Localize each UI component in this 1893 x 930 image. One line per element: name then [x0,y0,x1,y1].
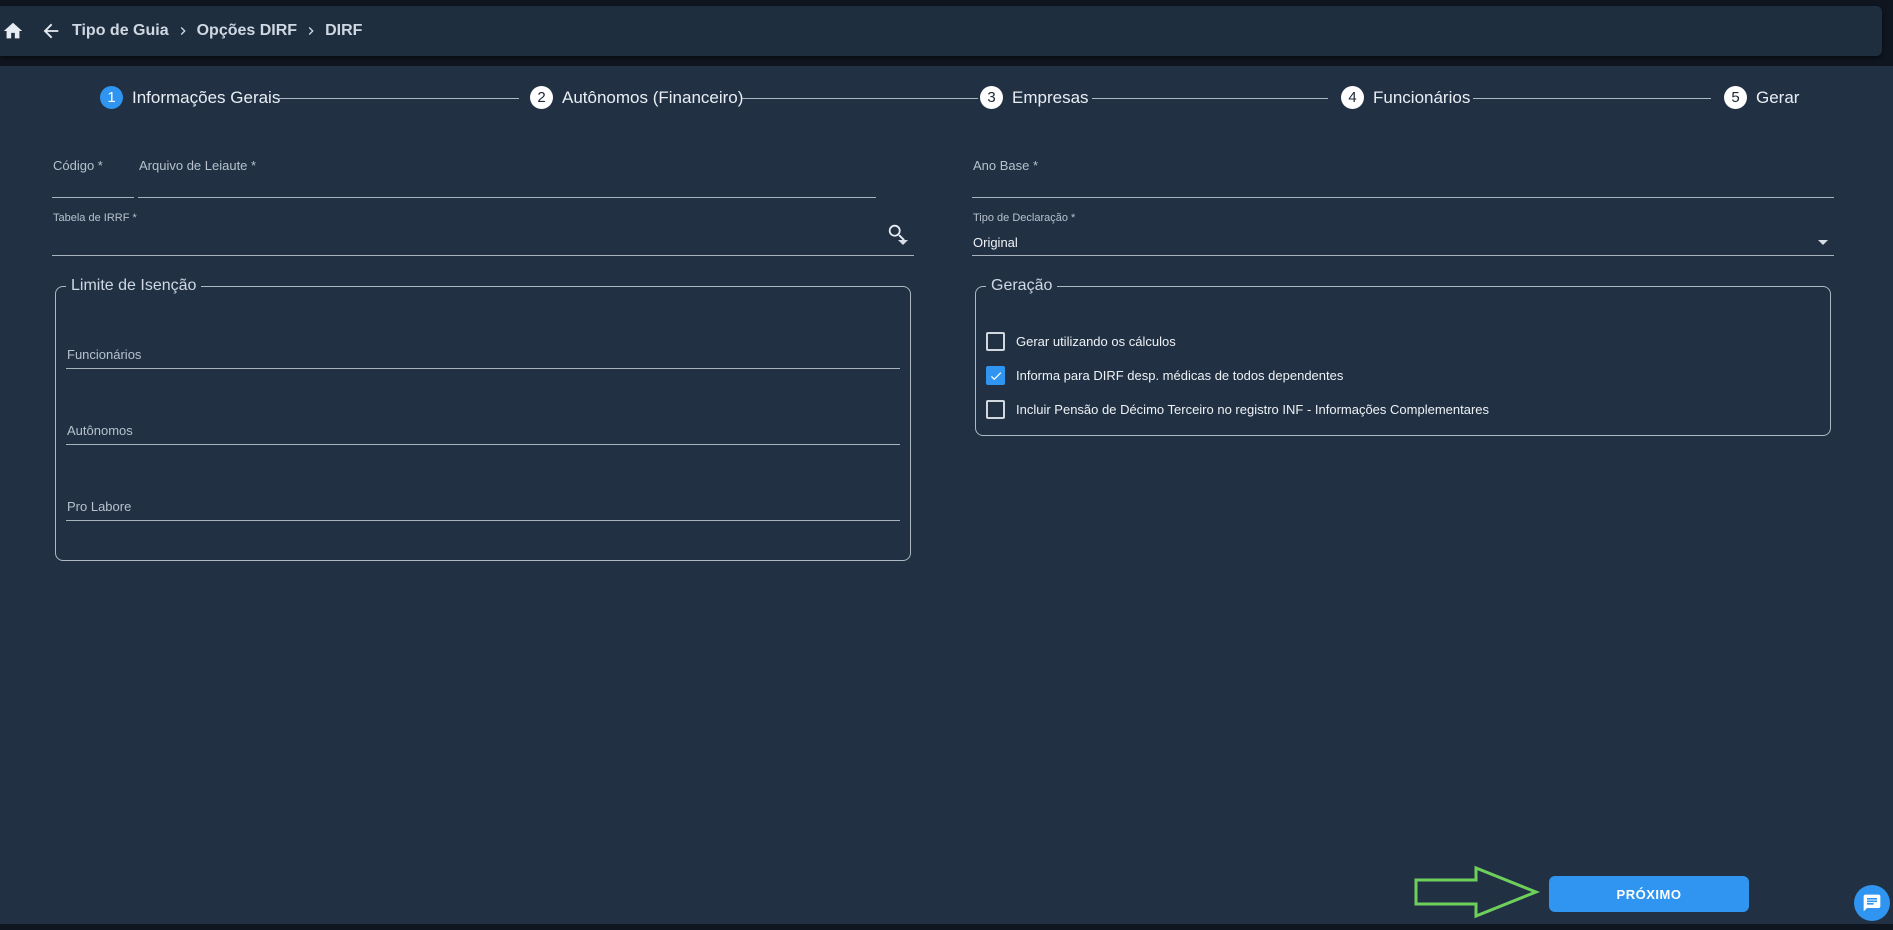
geracao-legend: Geração [986,277,1058,295]
step-funcionarios[interactable]: 4 Funcionários [1341,86,1470,109]
step-connector [1092,98,1328,99]
arquivo-leiaute-field[interactable]: Arquivo de Leiaute * [138,158,876,198]
dropdown-caret-icon [898,240,908,245]
codigo-label: Código * [53,158,103,173]
hint-arrow-icon [1414,865,1541,919]
autonomos-field[interactable]: Autônomos [66,419,900,445]
step-number: 1 [100,86,123,109]
option-gerar-calculos[interactable]: Gerar utilizando os cálculos [986,332,1176,351]
option-label: Incluir Pensão de Décimo Terceiro no reg… [1016,402,1490,417]
step-connector [279,98,519,99]
chevron-right-icon [180,27,186,35]
field-underline [66,368,900,369]
option-pensao-decimo-terceiro[interactable]: Incluir Pensão de Décimo Terceiro no reg… [986,400,1489,419]
limite-isencao-legend: Limite de Isenção [66,277,202,295]
geracao-group: Geração Gerar utilizando os cálculos Inf… [975,277,1831,436]
field-underline [52,197,134,198]
codigo-field[interactable]: Código * [52,158,134,198]
home-icon[interactable] [2,20,24,42]
limite-isencao-group: Limite de Isenção Funcionários Autônomos… [55,277,911,561]
tipo-declaracao-select[interactable]: Tipo de Declaração * Original [972,212,1834,256]
ano-base-label: Ano Base * [973,158,1039,173]
autonomos-label: Autônomos [67,423,133,438]
chat-button[interactable] [1854,885,1890,921]
option-label: Gerar utilizando os cálculos [1016,334,1176,349]
step-informacoes-gerais[interactable]: 1 Informações Gerais [100,86,280,109]
option-despesas-medicas[interactable]: Informa para DIRF desp. médicas de todos… [986,366,1343,385]
breadcrumb: Tipo de Guia Opções DIRF DIRF [72,22,362,40]
tipo-declaracao-value: Original [973,235,1018,250]
step-number: 3 [980,86,1003,109]
step-label: Gerar [1756,87,1800,107]
tabela-irrf-label: Tabela de IRRF * [53,212,137,224]
step-label: Autônomos (Financeiro) [562,87,744,107]
step-autonomos-financeiro[interactable]: 2 Autônomos (Financeiro) [530,86,743,109]
field-underline [66,444,900,445]
step-empresas[interactable]: 3 Empresas [980,86,1089,109]
breadcrumb-item-dirf: DIRF [325,22,363,39]
stepper: 1 Informações Gerais 2 Autônomos (Financ… [0,66,1893,126]
dropdown-caret-icon [1818,240,1828,245]
pro-labore-label: Pro Labore [67,499,132,514]
option-label: Informa para DIRF desp. médicas de todos… [1016,368,1344,383]
next-button[interactable]: PRÓXIMO [1549,876,1749,912]
chat-icon [1863,894,1881,912]
tabela-irrf-select[interactable]: Tabela de IRRF * [52,212,914,256]
ano-base-field[interactable]: Ano Base * [972,158,1834,198]
checkbox-pensao-decimo-terceiro[interactable] [986,400,1005,419]
funcionarios-label: Funcionários [67,347,142,362]
pro-labore-field[interactable]: Pro Labore [66,495,900,521]
main-panel: 1 Informações Gerais 2 Autônomos (Financ… [0,66,1893,924]
step-label: Empresas [1012,87,1089,107]
checkbox-despesas-medicas[interactable] [986,366,1005,385]
top-bar: Tipo de Guia Opções DIRF DIRF [0,6,1882,56]
chevron-right-icon [308,27,314,35]
field-underline [972,255,1834,256]
breadcrumb-item-tipo-de-guia[interactable]: Tipo de Guia [72,22,169,40]
arquivo-leiaute-label: Arquivo de Leiaute * [139,158,257,173]
check-icon [990,371,1001,380]
field-underline [66,520,900,521]
step-gerar[interactable]: 5 Gerar [1724,86,1799,109]
step-connector [742,98,978,99]
field-underline [972,197,1834,198]
step-label: Funcionários [1373,87,1471,107]
step-number: 5 [1724,86,1747,109]
bottom-strip [0,924,1893,930]
field-underline [138,197,876,198]
tipo-declaracao-label: Tipo de Declaração * [973,212,1076,224]
checkbox-gerar-calculos[interactable] [986,332,1005,351]
step-number: 4 [1341,86,1364,109]
step-connector [1473,98,1711,99]
step-number: 2 [530,86,553,109]
arrow-back-icon[interactable] [40,20,62,42]
field-underline [52,255,914,256]
step-label: Informações Gerais [132,87,281,107]
funcionarios-field[interactable]: Funcionários [66,343,900,369]
breadcrumb-item-opcoes-dirf[interactable]: Opções DIRF [197,22,297,40]
